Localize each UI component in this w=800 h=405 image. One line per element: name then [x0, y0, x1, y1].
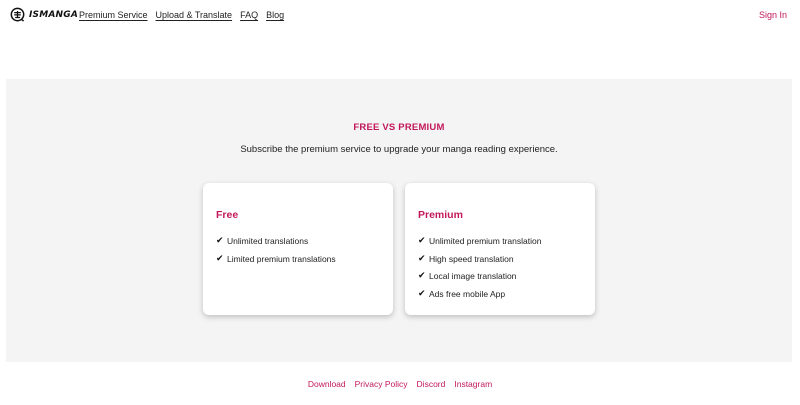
footer-link-privacy-policy[interactable]: Privacy Policy: [355, 379, 408, 389]
checkmark-icon: ✔: [216, 235, 224, 246]
checkmark-icon: ✔: [418, 288, 426, 299]
top-navigation-bar: ISMANGA Premium Service Upload & Transla…: [0, 0, 800, 32]
nav-link-premium-service[interactable]: Premium Service: [79, 10, 148, 20]
feature-label: Unlimited translations: [227, 235, 309, 246]
feature-label: Limited premium translations: [227, 253, 336, 264]
list-item: ✔ Limited premium translations: [216, 250, 336, 268]
checkmark-icon: ✔: [216, 253, 224, 264]
nav-link-faq[interactable]: FAQ: [240, 10, 258, 20]
list-item: ✔ Local image translation: [418, 267, 541, 285]
section-subheading: Subscribe the premium service to upgrade…: [240, 144, 558, 155]
ismanga-logo-icon: [10, 7, 25, 22]
plans-comparison-section: FREE VS PREMIUM Subscribe the premium se…: [6, 79, 792, 362]
section-heading: FREE VS PREMIUM: [353, 122, 445, 133]
site-logo[interactable]: ISMANGA: [10, 7, 78, 22]
checkmark-icon: ✔: [418, 271, 426, 282]
footer-link-instagram[interactable]: Instagram: [454, 379, 492, 389]
sign-in-link[interactable]: Sign In: [759, 10, 787, 20]
footer-links: Download Privacy Policy Discord Instagra…: [0, 379, 800, 389]
list-item: ✔ High speed translation: [418, 250, 541, 268]
feature-label: Unlimited premium translation: [429, 235, 542, 246]
free-plan-card: Free ✔ Unlimited translations ✔ Limited pr…: [203, 183, 393, 315]
premium-plan-features: ✔ Unlimited premium translation ✔ High spe…: [418, 232, 541, 303]
checkmark-icon: ✔: [418, 253, 426, 264]
feature-label: Local image translation: [429, 271, 517, 282]
footer-link-download[interactable]: Download: [308, 379, 346, 389]
list-item: ✔ Ads free mobile App: [418, 285, 541, 303]
nav-link-blog[interactable]: Blog: [266, 10, 284, 20]
list-item: ✔ Unlimited translations: [216, 232, 336, 250]
nav-link-upload-translate[interactable]: Upload & Translate: [156, 10, 233, 20]
main-nav: Premium Service Upload & Translate FAQ B…: [79, 10, 284, 20]
premium-plan-card: Premium ✔ Unlimited premium translation ✔…: [405, 183, 595, 315]
feature-label: High speed translation: [429, 253, 514, 264]
footer-link-discord[interactable]: Discord: [417, 379, 446, 389]
feature-label: Ads free mobile App: [429, 288, 506, 299]
premium-plan-title: Premium: [418, 209, 463, 221]
list-item: ✔ Unlimited premium translation: [418, 232, 541, 250]
free-plan-features: ✔ Unlimited translations ✔ Limited premium…: [216, 232, 336, 267]
checkmark-icon: ✔: [418, 235, 426, 246]
free-plan-title: Free: [216, 209, 239, 221]
logo-text: ISMANGA: [29, 9, 79, 20]
